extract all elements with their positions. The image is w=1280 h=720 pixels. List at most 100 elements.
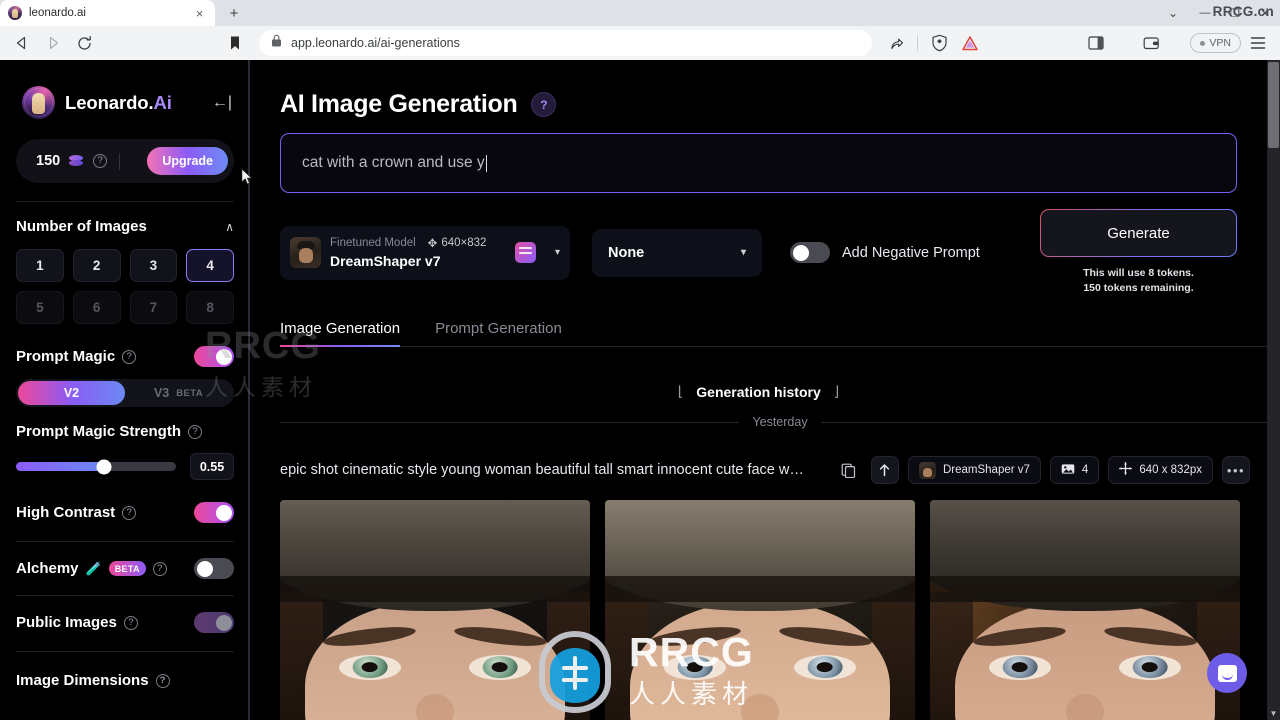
num-images-option-4[interactable]: 4 [186,249,234,282]
generated-images-row [280,500,1280,720]
images-icon [1061,463,1075,478]
number-of-images-header[interactable]: Number of Images ∧ [16,218,234,235]
brave-wallet-icon[interactable] [1137,29,1165,57]
chevron-down-icon[interactable]: ▾ [555,247,560,258]
back-icon[interactable] [8,29,36,57]
alchemy-help-icon[interactable]: ? [152,561,167,576]
high-contrast-help-icon[interactable]: ? [122,505,137,520]
credits-divider [119,152,121,170]
bookmark-icon[interactable] [221,29,249,57]
window-close-icon[interactable]: ✕ [1250,0,1280,26]
preset-select[interactable]: None ▾ [592,228,762,277]
credits-help-icon[interactable]: ? [93,154,108,168]
public-images-setting: Public Images ? [16,612,234,633]
minimize-icon[interactable]: — [1190,0,1220,26]
generate-token-note: This will use 8 tokens. 150 tokens remai… [1040,266,1237,296]
scrollbar-thumb[interactable] [1268,62,1279,148]
sidebar-panel-icon[interactable] [1082,29,1110,57]
generated-image-1[interactable] [280,500,590,720]
generated-image-3[interactable] [930,500,1240,720]
intercom-chat-icon[interactable] [1207,653,1247,693]
prompt-magic-strength-label: Prompt Magic Strength [16,423,182,440]
new-tab-button[interactable]: + [221,2,247,24]
copy-icon[interactable] [836,457,862,483]
close-icon[interactable]: × [192,6,207,21]
more-options-icon[interactable]: ••• [1222,456,1250,485]
prompt-magic-strength-slider-row: 0.55 [16,453,234,480]
history-count-chip: 4 [1049,456,1100,485]
chevron-up-icon[interactable]: ∧ [225,220,234,234]
token-remaining-line: 150 tokens remaining. [1083,282,1194,295]
generate-section: Generate This will use 8 tokens. 150 tok… [1040,209,1237,296]
image-dimensions-label: Image Dimensions [16,672,149,689]
share-icon[interactable] [882,29,910,57]
prompt-magic-v3-label: V3 [153,386,170,400]
history-size-chip: 640 x 832px [1108,456,1213,485]
chevron-down-icon[interactable]: ▾ [741,247,746,258]
model-name: DreamShaper v7 [330,253,441,270]
brave-shields-icon[interactable] [925,29,953,57]
model-thumbnail-small [918,461,936,479]
generation-history-header[interactable]: ⌊ Generation history ⌋ [280,383,1237,400]
history-prompt-text: epic shot cinematic style young woman be… [280,462,805,479]
prompt-magic-strength-value[interactable]: 0.55 [190,453,234,480]
brave-leo-icon[interactable] [956,29,984,57]
prompt-magic-setting: Prompt Magic ? [16,346,234,367]
resize-icon [1119,462,1133,478]
collapse-sidebar-icon[interactable]: ←| [212,94,234,112]
forward-icon[interactable] [39,29,67,57]
model-selector[interactable]: Finetuned Model ✥ 640×832 DreamShaper v7 … [280,225,570,280]
alchemy-toggle[interactable] [194,558,234,579]
model-settings-icon[interactable] [514,242,536,264]
num-images-option-1[interactable]: 1 [16,249,64,282]
lock-icon [271,34,282,52]
main-scrollbar[interactable]: ▲ ▼ [1267,60,1280,720]
sidebar-divider-4 [16,651,234,652]
chat-bubble [1217,664,1237,682]
num-images-option-8[interactable]: 8 [186,291,234,324]
num-images-option-2[interactable]: 2 [72,249,121,282]
brand-header: Leonardo.Ai ←| [16,60,234,119]
high-contrast-toggle[interactable] [194,502,234,523]
chevron-down-icon[interactable]: ⌄ [1156,0,1190,26]
prompt-magic-toggle[interactable] [194,346,234,367]
number-of-images-grid: 1 2 3 4 5 6 7 8 [16,249,234,324]
image-dimensions-header[interactable]: Image Dimensions ? [16,672,234,689]
prompt-magic-help-icon[interactable]: ? [122,349,137,364]
tab-prompt-generation[interactable]: Prompt Generation [435,320,562,347]
vpn-button[interactable]: VPN [1190,33,1241,53]
prompt-magic-strength-slider[interactable] [16,459,176,474]
credits-amount: 150 [36,153,61,169]
day-separator-label: Yesterday [752,415,808,430]
num-images-option-7[interactable]: 7 [129,291,178,324]
tab-image-generation[interactable]: Image Generation [280,320,401,348]
history-model-chip[interactable]: DreamShaper v7 [907,456,1041,485]
generated-image-2[interactable] [605,500,915,720]
public-images-toggle[interactable] [194,612,234,633]
resize-icon: ✥ [427,238,438,251]
page-title-help-icon[interactable]: ? [531,92,557,117]
upgrade-button[interactable]: Upgrade [147,147,228,175]
browser-tab[interactable]: leonardo.ai × [0,0,215,26]
image-dimensions-help-icon[interactable]: ? [155,673,170,688]
prompt-magic-v3-button[interactable]: V3 BETA [125,381,232,405]
scroll-down-arrow[interactable]: ▼ [1267,707,1280,720]
hamburger-menu-icon[interactable] [1244,29,1272,57]
prompt-magic-strength-help-icon[interactable]: ? [188,424,203,439]
slider-thumb[interactable] [96,459,112,474]
num-images-option-6[interactable]: 6 [72,291,121,324]
sidebar-divider-1 [16,201,234,202]
public-images-help-icon[interactable]: ? [123,615,138,630]
address-bar[interactable]: app.leonardo.ai/ai-generations [259,30,873,56]
model-thumbnail [290,237,321,269]
maximize-icon[interactable]: ❐ [1220,0,1250,26]
num-images-option-5[interactable]: 5 [16,291,64,324]
upload-icon[interactable] [870,456,899,485]
negative-prompt-toggle[interactable] [790,242,830,264]
num-images-option-3[interactable]: 3 [129,249,178,282]
prompt-input[interactable]: cat with a crown and use y [280,133,1237,193]
reload-icon[interactable] [70,29,98,57]
generate-button[interactable]: Generate [1040,209,1237,257]
prompt-magic-v2-button[interactable]: V2 [18,381,125,405]
app-page: Leonardo.Ai ←| 150 ? Upgrade Number of I… [0,60,1280,720]
